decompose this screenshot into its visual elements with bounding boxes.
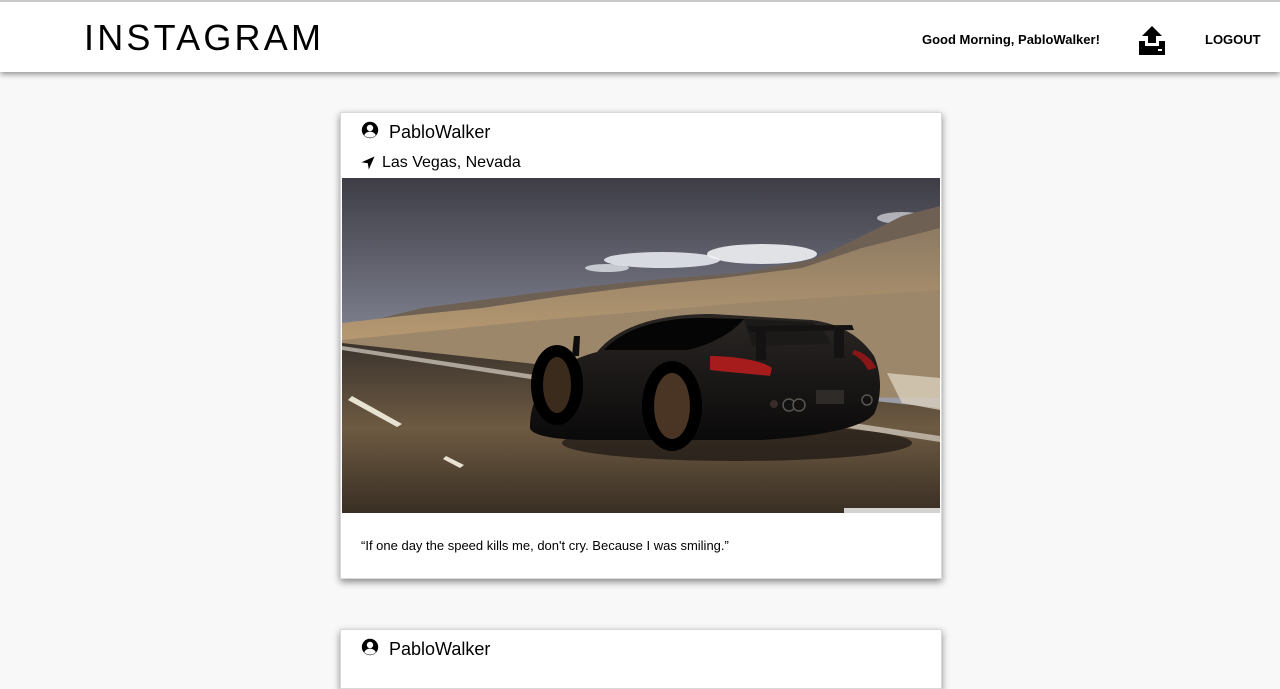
logout-button[interactable]: LOGOUT [1205, 32, 1261, 48]
post-caption: “If one day the speed kills me, don't cr… [361, 538, 729, 553]
upload-icon [1139, 26, 1165, 55]
user-circle-icon [361, 121, 379, 139]
user-circle-icon [361, 638, 379, 656]
post-location: Las Vegas, Nevada [382, 154, 521, 171]
greeting-text: Good Morning, PabloWalker! [922, 32, 1100, 47]
post-card: PabloWalker Las Vegas, Nevada “If one da… [340, 112, 942, 579]
post-username[interactable]: PabloWalker [389, 121, 490, 143]
location-arrow-icon [361, 156, 375, 170]
top-navbar: INSTAGRAM Good Morning, PabloWalker! LOG… [0, 0, 1280, 72]
post-username[interactable]: PabloWalker [389, 638, 490, 660]
upload-button[interactable] [1138, 25, 1166, 55]
post-photo[interactable] [342, 178, 940, 513]
app-logo[interactable]: INSTAGRAM [84, 16, 324, 60]
post-card: PabloWalker [340, 629, 942, 689]
